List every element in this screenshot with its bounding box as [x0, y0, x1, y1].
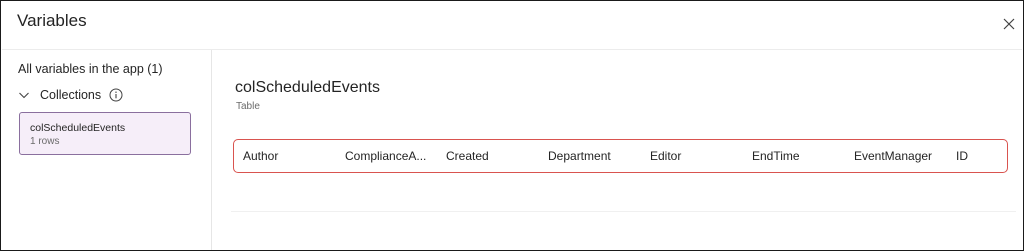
variables-dialog: Variables All variables in the app (1) C… [0, 0, 1024, 251]
variable-item-rows: 1 rows [30, 136, 60, 147]
sidebar-heading: All variables in the app (1) [18, 62, 163, 76]
column-header-compliance[interactable]: ComplianceA... [345, 149, 426, 163]
column-header-endtime[interactable]: EndTime [752, 149, 800, 163]
variable-item-colscheduledevents[interactable]: colScheduledEvents 1 rows [19, 112, 191, 155]
variable-title: colScheduledEvents [235, 79, 380, 96]
chevron-down-icon [19, 92, 29, 99]
column-header-department[interactable]: Department [548, 149, 611, 163]
collections-toggle[interactable]: Collections [18, 86, 123, 104]
sidebar: All variables in the app (1) Collections… [2, 50, 212, 250]
close-icon [1003, 18, 1015, 30]
table-divider [231, 211, 1016, 212]
table-header-row: Author ComplianceA... Created Department… [233, 139, 1008, 173]
column-header-editor[interactable]: Editor [650, 149, 681, 163]
column-header-author[interactable]: Author [243, 149, 278, 163]
dialog-title: Variables [17, 11, 87, 30]
variable-type: Table [236, 101, 260, 112]
close-button[interactable] [1000, 15, 1018, 33]
column-header-created[interactable]: Created [446, 149, 489, 163]
column-header-id[interactable]: ID [956, 149, 968, 163]
collections-label: Collections [40, 88, 102, 102]
info-icon[interactable] [109, 88, 123, 102]
variable-item-name: colScheduledEvents [30, 122, 126, 134]
column-header-eventmanager[interactable]: EventManager [854, 149, 932, 163]
